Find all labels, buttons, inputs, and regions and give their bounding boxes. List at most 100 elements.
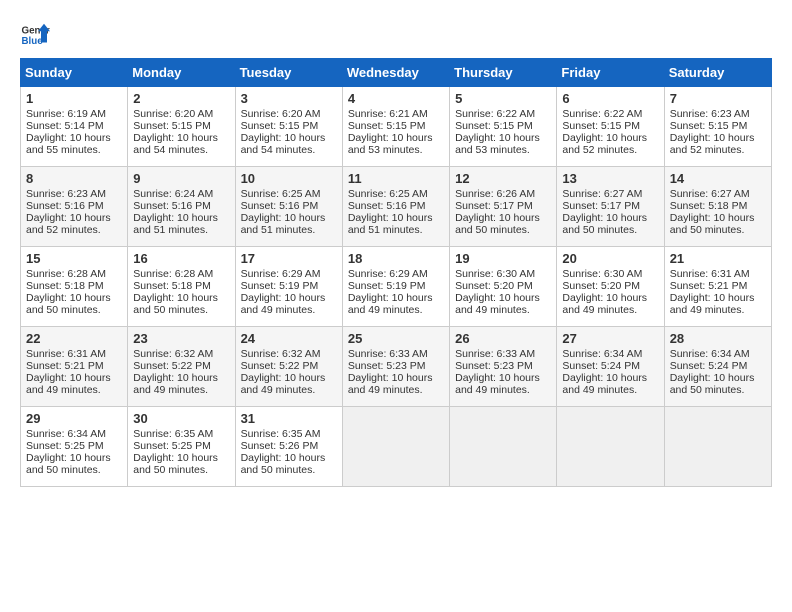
calendar-cell: 30Sunrise: 6:35 AMSunset: 5:25 PMDayligh…	[128, 407, 235, 487]
calendar-cell: 31Sunrise: 6:35 AMSunset: 5:26 PMDayligh…	[235, 407, 342, 487]
day-number: 10	[241, 171, 337, 186]
daylight-text: Daylight: 10 hours and 49 minutes.	[348, 372, 444, 396]
daylight-text: Daylight: 10 hours and 53 minutes.	[455, 132, 551, 156]
sunrise-text: Sunrise: 6:23 AM	[670, 108, 766, 120]
day-number: 6	[562, 91, 658, 106]
sunrise-text: Sunrise: 6:22 AM	[562, 108, 658, 120]
day-number: 25	[348, 331, 444, 346]
calendar-cell: 18Sunrise: 6:29 AMSunset: 5:19 PMDayligh…	[342, 247, 449, 327]
daylight-text: Daylight: 10 hours and 51 minutes.	[241, 212, 337, 236]
calendar-cell	[450, 407, 557, 487]
sunrise-text: Sunrise: 6:33 AM	[455, 348, 551, 360]
day-number: 31	[241, 411, 337, 426]
calendar-cell: 4Sunrise: 6:21 AMSunset: 5:15 PMDaylight…	[342, 87, 449, 167]
logo-icon: General Blue	[20, 20, 50, 50]
sunrise-text: Sunrise: 6:34 AM	[562, 348, 658, 360]
daylight-text: Daylight: 10 hours and 49 minutes.	[670, 292, 766, 316]
day-number: 30	[133, 411, 229, 426]
sunrise-text: Sunrise: 6:27 AM	[562, 188, 658, 200]
day-number: 23	[133, 331, 229, 346]
day-number: 24	[241, 331, 337, 346]
day-number: 21	[670, 251, 766, 266]
calendar-cell: 29Sunrise: 6:34 AMSunset: 5:25 PMDayligh…	[21, 407, 128, 487]
calendar-cell: 25 Sunrise: 6:33 AMSunset: 5:23 PMDayligh…	[342, 327, 449, 407]
calendar-cell: 6Sunrise: 6:22 AMSunset: 5:15 PMDaylight…	[557, 87, 664, 167]
sunset-text: Sunset: 5:15 PM	[133, 120, 229, 132]
sunrise-text: Sunrise: 6:24 AM	[133, 188, 229, 200]
sunrise-text: Sunrise: 6:32 AM	[133, 348, 229, 360]
daylight-text: Daylight: 10 hours and 54 minutes.	[133, 132, 229, 156]
calendar-cell: 10Sunrise: 6:25 AMSunset: 5:16 PMDayligh…	[235, 167, 342, 247]
sunset-text: Sunset: 5:25 PM	[133, 440, 229, 452]
col-header-tuesday: Tuesday	[235, 59, 342, 87]
calendar-cell: 14Sunrise: 6:27 AMSunset: 5:18 PMDayligh…	[664, 167, 771, 247]
sunrise-text: Sunrise: 6:33 AM	[348, 348, 444, 360]
sunset-text: Sunset: 5:15 PM	[562, 120, 658, 132]
sunset-text: Sunset: 5:15 PM	[348, 120, 444, 132]
daylight-text: Daylight: 10 hours and 49 minutes.	[241, 292, 337, 316]
daylight-text: Daylight: 10 hours and 55 minutes.	[26, 132, 122, 156]
calendar-cell	[342, 407, 449, 487]
calendar-cell: 13Sunrise: 6:27 AMSunset: 5:17 PMDayligh…	[557, 167, 664, 247]
sunrise-text: Sunrise: 6:25 AM	[348, 188, 444, 200]
sunset-text: Sunset: 5:22 PM	[241, 360, 337, 372]
day-number: 28	[670, 331, 766, 346]
sunset-text: Sunset: 5:25 PM	[26, 440, 122, 452]
day-number: 27	[562, 331, 658, 346]
calendar-cell: 5Sunrise: 6:22 AMSunset: 5:15 PMDaylight…	[450, 87, 557, 167]
sunset-text: Sunset: 5:26 PM	[241, 440, 337, 452]
day-number: 12	[455, 171, 551, 186]
day-number: 2	[133, 91, 229, 106]
calendar-cell: 1Sunrise: 6:19 AMSunset: 5:14 PMDaylight…	[21, 87, 128, 167]
daylight-text: Daylight: 10 hours and 52 minutes.	[670, 132, 766, 156]
sunrise-text: Sunrise: 6:28 AM	[133, 268, 229, 280]
sunset-text: Sunset: 5:19 PM	[348, 280, 444, 292]
sunset-text: Sunset: 5:18 PM	[670, 200, 766, 212]
calendar-cell: 7Sunrise: 6:23 AMSunset: 5:15 PMDaylight…	[664, 87, 771, 167]
daylight-text: Daylight: 10 hours and 49 minutes.	[455, 372, 551, 396]
calendar-table: SundayMondayTuesdayWednesdayThursdayFrid…	[20, 58, 772, 487]
sunset-text: Sunset: 5:16 PM	[26, 200, 122, 212]
calendar-cell: 12Sunrise: 6:26 AMSunset: 5:17 PMDayligh…	[450, 167, 557, 247]
sunrise-text: Sunrise: 6:25 AM	[241, 188, 337, 200]
calendar-cell: 3Sunrise: 6:20 AMSunset: 5:15 PMDaylight…	[235, 87, 342, 167]
sunset-text: Sunset: 5:14 PM	[26, 120, 122, 132]
calendar-cell: 26Sunrise: 6:33 AMSunset: 5:23 PMDayligh…	[450, 327, 557, 407]
sunset-text: Sunset: 5:20 PM	[455, 280, 551, 292]
calendar-cell	[664, 407, 771, 487]
sunset-text: Sunset: 5:18 PM	[26, 280, 122, 292]
day-number: 18	[348, 251, 444, 266]
daylight-text: Daylight: 10 hours and 50 minutes.	[670, 212, 766, 236]
calendar-week-row: 29Sunrise: 6:34 AMSunset: 5:25 PMDayligh…	[21, 407, 772, 487]
sunset-text: Sunset: 5:23 PM	[348, 360, 444, 372]
day-number: 17	[241, 251, 337, 266]
daylight-text: Daylight: 10 hours and 49 minutes.	[133, 372, 229, 396]
day-number: 11	[348, 171, 444, 186]
calendar-cell: 17Sunrise: 6:29 AMSunset: 5:19 PMDayligh…	[235, 247, 342, 327]
day-number: 3	[241, 91, 337, 106]
daylight-text: Daylight: 10 hours and 49 minutes.	[241, 372, 337, 396]
daylight-text: Daylight: 10 hours and 49 minutes.	[348, 292, 444, 316]
calendar-cell: 24Sunrise: 6:32 AMSunset: 5:22 PMDayligh…	[235, 327, 342, 407]
day-number: 7	[670, 91, 766, 106]
sunrise-text: Sunrise: 6:35 AM	[133, 428, 229, 440]
calendar-week-row: 8Sunrise: 6:23 AMSunset: 5:16 PMDaylight…	[21, 167, 772, 247]
calendar-cell: 27Sunrise: 6:34 AMSunset: 5:24 PMDayligh…	[557, 327, 664, 407]
day-number: 29	[26, 411, 122, 426]
daylight-text: Daylight: 10 hours and 50 minutes.	[670, 372, 766, 396]
daylight-text: Daylight: 10 hours and 50 minutes.	[562, 212, 658, 236]
sunset-text: Sunset: 5:17 PM	[455, 200, 551, 212]
calendar-cell: 19Sunrise: 6:30 AMSunset: 5:20 PMDayligh…	[450, 247, 557, 327]
calendar-cell: 16Sunrise: 6:28 AMSunset: 5:18 PMDayligh…	[128, 247, 235, 327]
day-number: 14	[670, 171, 766, 186]
col-header-wednesday: Wednesday	[342, 59, 449, 87]
day-number: 9	[133, 171, 229, 186]
sunset-text: Sunset: 5:17 PM	[562, 200, 658, 212]
calendar-cell: 23Sunrise: 6:32 AMSunset: 5:22 PMDayligh…	[128, 327, 235, 407]
day-number: 16	[133, 251, 229, 266]
sunset-text: Sunset: 5:24 PM	[562, 360, 658, 372]
day-number: 1	[26, 91, 122, 106]
daylight-text: Daylight: 10 hours and 51 minutes.	[348, 212, 444, 236]
sunset-text: Sunset: 5:21 PM	[26, 360, 122, 372]
calendar-week-row: 1Sunrise: 6:19 AMSunset: 5:14 PMDaylight…	[21, 87, 772, 167]
